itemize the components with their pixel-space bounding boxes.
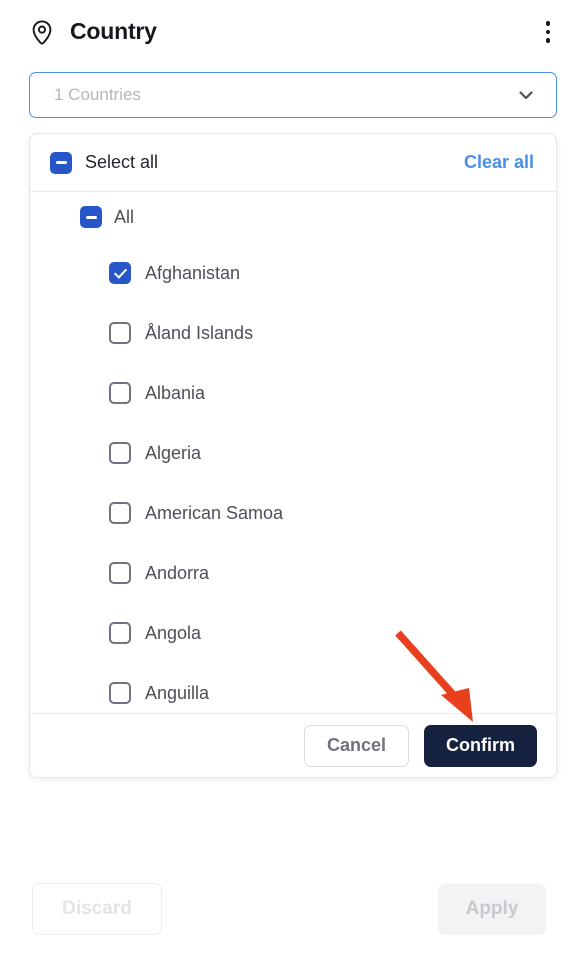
country-checkbox[interactable] <box>109 622 131 644</box>
list-item[interactable]: Angola <box>30 603 556 663</box>
country-checkbox[interactable] <box>109 562 131 584</box>
discard-button[interactable]: Discard <box>32 883 162 935</box>
country-dropdown-panel: Select all Clear all All Afghanistan Åla… <box>29 133 557 778</box>
dropdown-header: Select all Clear all <box>30 134 556 192</box>
list-item[interactable]: Afghanistan <box>30 243 556 303</box>
list-item[interactable]: Andorra <box>30 543 556 603</box>
page-header: Country <box>0 0 588 62</box>
confirm-button[interactable]: Confirm <box>424 724 537 767</box>
country-label: Andorra <box>145 562 210 583</box>
country-checkbox[interactable] <box>109 682 131 704</box>
apply-button[interactable]: Apply <box>438 883 546 935</box>
country-label: Anguilla <box>145 682 210 703</box>
location-pin-icon <box>29 20 55 46</box>
group-label-all: All <box>114 206 135 227</box>
page-title: Country <box>70 18 157 44</box>
select-value: 1 Countries <box>54 85 141 104</box>
kebab-menu-icon[interactable] <box>530 14 566 50</box>
country-select-input[interactable]: 1 Countries <box>29 72 557 118</box>
country-label: Algeria <box>145 442 202 463</box>
country-checkbox[interactable] <box>109 442 131 464</box>
list-item[interactable]: American Samoa <box>30 483 556 543</box>
clear-all-button[interactable]: Clear all <box>464 152 534 173</box>
cancel-button[interactable]: Cancel <box>303 724 409 767</box>
country-checkbox[interactable] <box>109 322 131 344</box>
country-checkbox[interactable] <box>109 262 131 284</box>
select-all-row[interactable]: Select all <box>50 151 159 174</box>
select-all-label: Select all <box>85 152 159 172</box>
list-item[interactable]: Åland Islands <box>30 303 556 363</box>
list-item[interactable]: Algeria <box>30 423 556 483</box>
list-item[interactable]: Albania <box>30 363 556 423</box>
country-label: Angola <box>145 622 202 643</box>
dropdown-footer: Cancel Confirm <box>30 713 556 777</box>
country-checkbox[interactable] <box>109 502 131 524</box>
group-checkbox-all[interactable] <box>80 206 102 228</box>
country-list[interactable]: Afghanistan Åland Islands Albania Algeri… <box>30 243 556 715</box>
country-label: Albania <box>145 382 206 403</box>
list-item[interactable]: Anguilla <box>30 663 556 715</box>
country-checkbox[interactable] <box>109 382 131 404</box>
select-all-checkbox[interactable] <box>50 151 72 174</box>
chevron-down-icon[interactable] <box>516 85 536 105</box>
group-row-all[interactable]: All <box>30 191 556 243</box>
country-label: Afghanistan <box>145 262 241 283</box>
country-label: American Samoa <box>145 502 284 523</box>
country-label: Åland Islands <box>145 322 254 343</box>
